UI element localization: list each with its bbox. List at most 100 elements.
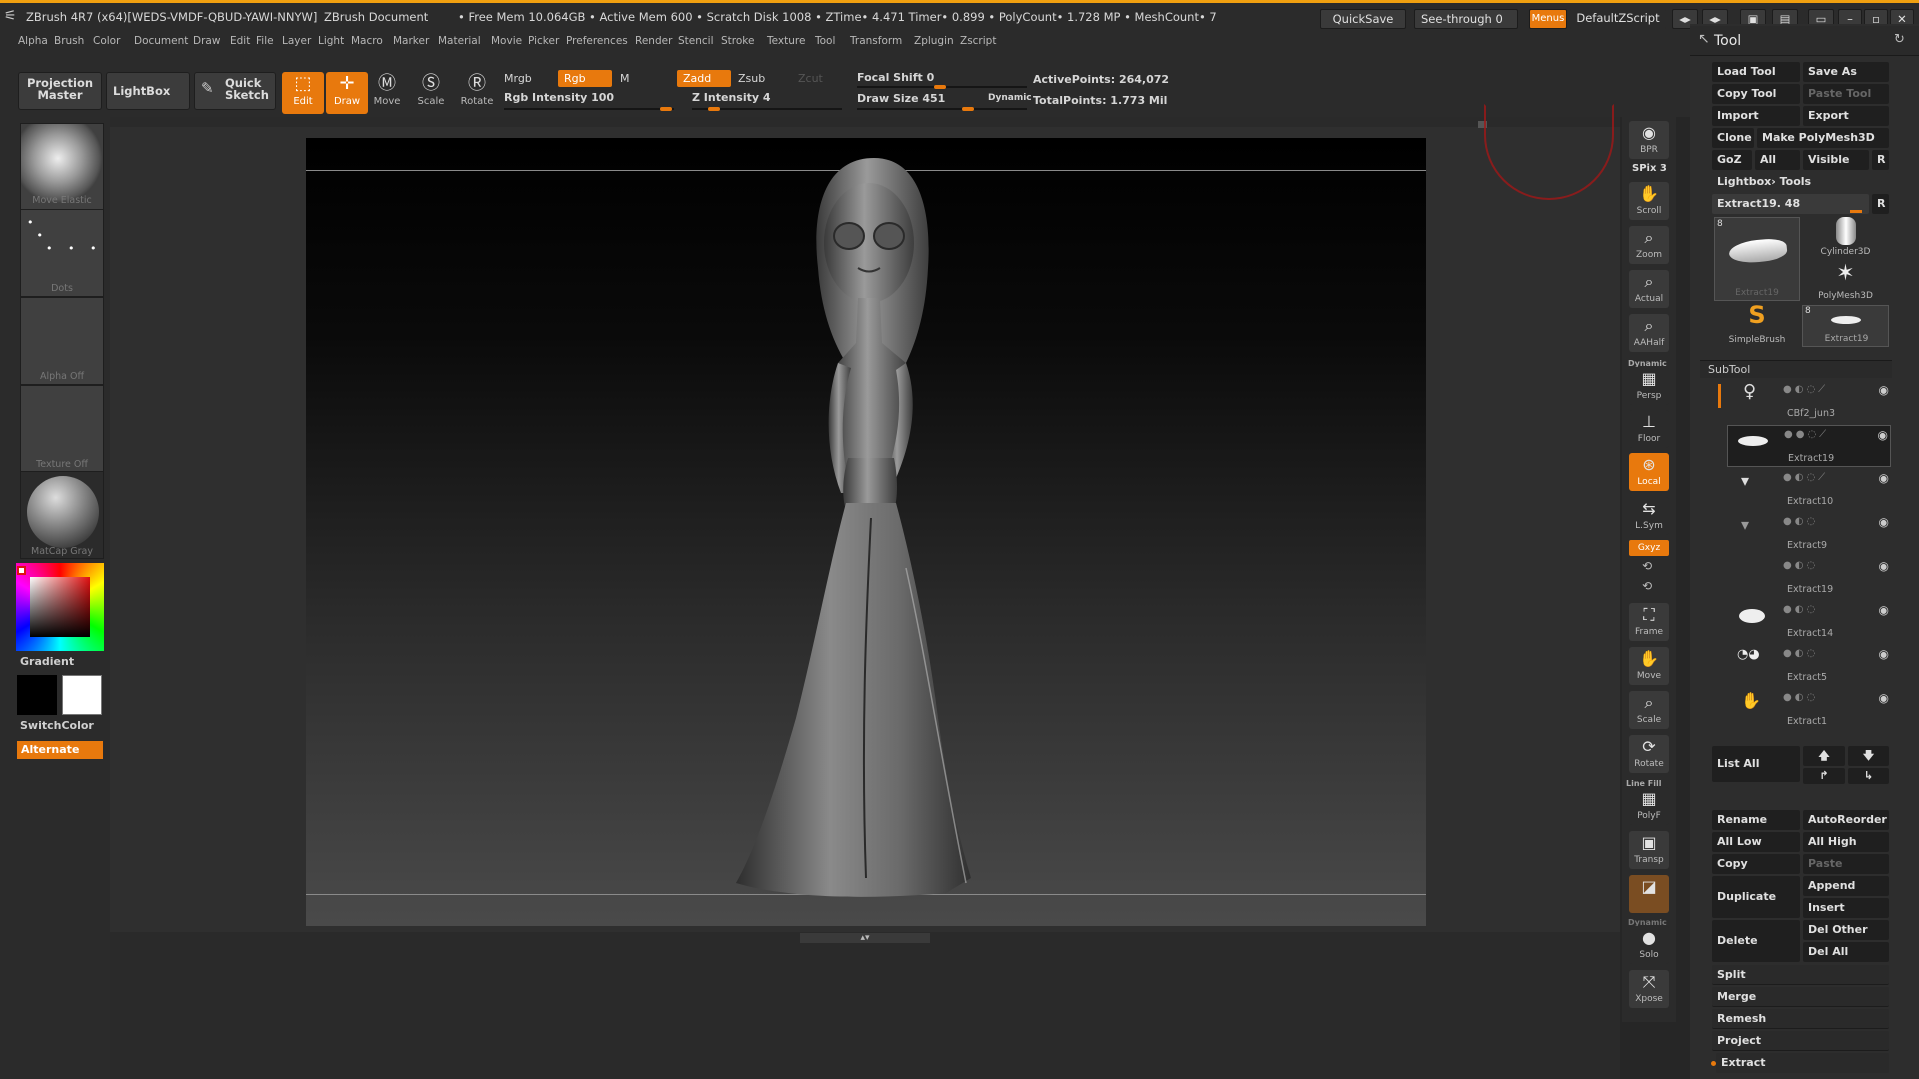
menu-zplugin[interactable]: Zplugin [914, 35, 954, 47]
menu-picker[interactable]: Picker [528, 35, 559, 47]
projection-master-button[interactable]: Projection Master [18, 72, 102, 110]
delete-button[interactable]: Delete [1712, 920, 1800, 962]
actual-button[interactable]: ⌕ Actual [1629, 270, 1669, 308]
draw-size-knob[interactable] [962, 107, 974, 111]
menu-marker[interactable]: Marker [393, 35, 429, 47]
scale-view-button[interactable]: ⌕ Scale [1629, 691, 1669, 729]
y-rotate-icon[interactable]: ⟲ [1642, 559, 1652, 573]
palette-pin-icon[interactable]: ↖ [1698, 31, 1710, 47]
subtool-toggles[interactable]: ●◐◌ [1783, 648, 1818, 659]
insert-button[interactable]: Insert [1803, 898, 1889, 918]
see-through-slider[interactable]: See-through 0 [1414, 9, 1518, 29]
goz-r-button[interactable]: R [1872, 150, 1889, 170]
focal-shift-knob[interactable] [934, 85, 946, 89]
persp-button[interactable]: ▦ Persp [1629, 367, 1669, 405]
project-section[interactable]: Project [1712, 1031, 1889, 1051]
scroll-button[interactable]: ✋ Scroll [1629, 182, 1669, 220]
zoom-button[interactable]: ⌕ Zoom [1629, 226, 1669, 264]
visibility-eye-icon[interactable]: ◉ [1879, 559, 1889, 573]
visibility-eye-icon[interactable]: ◉ [1878, 428, 1888, 442]
visibility-eye-icon[interactable]: ◉ [1879, 647, 1889, 661]
bottom-tray-handle-icon[interactable]: ▴▾ [800, 933, 930, 943]
thumb-polymesh[interactable]: ✶ PolyMesh3D [1802, 261, 1889, 303]
default-zscript-button[interactable]: DefaultZScript [1570, 9, 1666, 29]
menu-light[interactable]: Light [318, 35, 344, 47]
subtool-toggles[interactable]: ●◐◌ [1783, 516, 1818, 527]
menu-edit[interactable]: Edit [230, 35, 250, 47]
m-toggle[interactable]: M [620, 72, 630, 85]
merge-section[interactable]: Merge [1712, 987, 1889, 1007]
color-picker-square[interactable] [30, 577, 90, 637]
quicksave-button[interactable]: QuickSave [1320, 9, 1406, 29]
rgb-intensity-label[interactable]: Rgb Intensity 100 [504, 91, 614, 104]
duplicate-button[interactable]: Duplicate [1712, 876, 1800, 918]
menu-document[interactable]: Document [134, 35, 188, 47]
solo-button[interactable]: ● Solo [1629, 926, 1669, 964]
menu-texture[interactable]: Texture [767, 35, 805, 47]
import-button[interactable]: Import [1712, 106, 1800, 126]
refresh-icon[interactable]: ↻ [1894, 32, 1905, 47]
menu-layer[interactable]: Layer [282, 35, 311, 47]
menu-file[interactable]: File [256, 35, 274, 47]
list-all-button[interactable]: List All [1712, 746, 1800, 782]
dynamic-toggle[interactable]: Dynamic [988, 93, 1032, 103]
all-high-button[interactable]: All High [1803, 832, 1889, 852]
xyz-toggle[interactable]: Gxyz [1629, 540, 1669, 556]
copy-tool-button[interactable]: Copy Tool [1712, 84, 1800, 104]
load-tool-button[interactable]: Load Tool [1712, 62, 1800, 82]
subtool-toggles[interactable]: ●●◌⟋ [1784, 429, 1829, 440]
alternate-toggle[interactable]: Alternate [17, 741, 103, 759]
draw-size-label[interactable]: Draw Size 451 [857, 92, 945, 105]
autoreorder-button[interactable]: AutoReorder [1803, 810, 1889, 830]
bpr-button[interactable]: ◉ BPR [1629, 121, 1669, 159]
menu-alpha[interactable]: Alpha [18, 35, 48, 47]
subtool-row[interactable]: ◔◕ ●◐◌ ◉ Extract5 [1727, 645, 1891, 687]
subtool-row[interactable]: ▾ ●◐◌ ◉ Extract9 [1727, 513, 1891, 555]
draw-size-slider[interactable] [857, 108, 1027, 110]
rgb-intensity-slider[interactable] [504, 108, 674, 110]
rgb-intensity-knob[interactable] [660, 107, 672, 111]
sculpt-model[interactable] [306, 138, 1426, 926]
spix-slider[interactable]: SPix 3 [1632, 163, 1667, 174]
move-up-icon[interactable]: 🡅 [1803, 746, 1845, 766]
del-all-button[interactable]: Del All [1803, 942, 1889, 962]
move-to-top-icon[interactable]: ↱ [1803, 768, 1845, 784]
copy-button[interactable]: Copy [1712, 854, 1800, 874]
z-rotate-icon[interactable]: ⟲ [1642, 579, 1652, 593]
menu-stencil[interactable]: Stencil [678, 35, 714, 47]
thumb-simplebrush[interactable]: S SimpleBrush [1714, 301, 1800, 347]
menu-macro[interactable]: Macro [351, 35, 383, 47]
split-section[interactable]: Split [1712, 965, 1889, 985]
floor-button[interactable]: ⊥ Floor [1629, 410, 1669, 448]
subtool-header[interactable]: SubTool [1700, 360, 1892, 378]
save-as-button[interactable]: Save As [1803, 62, 1889, 82]
menu-stroke[interactable]: Stroke [721, 35, 754, 47]
paste-tool-button[interactable]: Paste Tool [1803, 84, 1889, 104]
rotate-view-button[interactable]: ⟳ Rotate [1629, 735, 1669, 773]
move-to-bottom-icon[interactable]: ↳ [1848, 768, 1889, 784]
primary-color-swatch[interactable] [62, 675, 102, 715]
frame-button[interactable]: ⛶ Frame [1629, 603, 1669, 641]
subtool-row[interactable]: ♀ ●◐◌⟋ ◉ CBf2_jun3 [1727, 381, 1891, 423]
zcut-toggle[interactable]: Zcut [798, 72, 823, 85]
menu-color[interactable]: Color [93, 35, 120, 47]
lightbox-tools-button[interactable]: Lightbox› Tools [1712, 172, 1889, 192]
secondary-color-swatch[interactable] [17, 675, 57, 715]
menu-render[interactable]: Render [635, 35, 672, 47]
edit-button[interactable]: ⬚ Edit [282, 72, 324, 114]
zadd-toggle[interactable]: Zadd [677, 70, 731, 87]
rgb-toggle[interactable]: Rgb [558, 70, 612, 87]
subtool-toggles[interactable]: ●◐◌⟋ [1783, 384, 1828, 395]
thumb-extract-small[interactable]: 8 Extract19 [1802, 305, 1889, 347]
extract-section[interactable]: Extract [1716, 1053, 1889, 1073]
z-intensity-knob[interactable] [708, 107, 720, 111]
menu-brush[interactable]: Brush [54, 35, 84, 47]
menus-toggle[interactable]: Menus [1529, 9, 1567, 29]
focal-shift-label[interactable]: Focal Shift 0 [857, 71, 934, 84]
subtool-row[interactable]: ●◐◌ ◉ Extract19 [1727, 557, 1891, 599]
draw-button[interactable]: ✛ Draw [326, 72, 368, 114]
current-tool-slider-knob[interactable] [1850, 210, 1862, 213]
scale-button[interactable]: Ⓢ Scale [410, 72, 452, 114]
menu-transform[interactable]: Transform [850, 35, 902, 47]
current-tool-r-button[interactable]: R [1872, 194, 1889, 214]
